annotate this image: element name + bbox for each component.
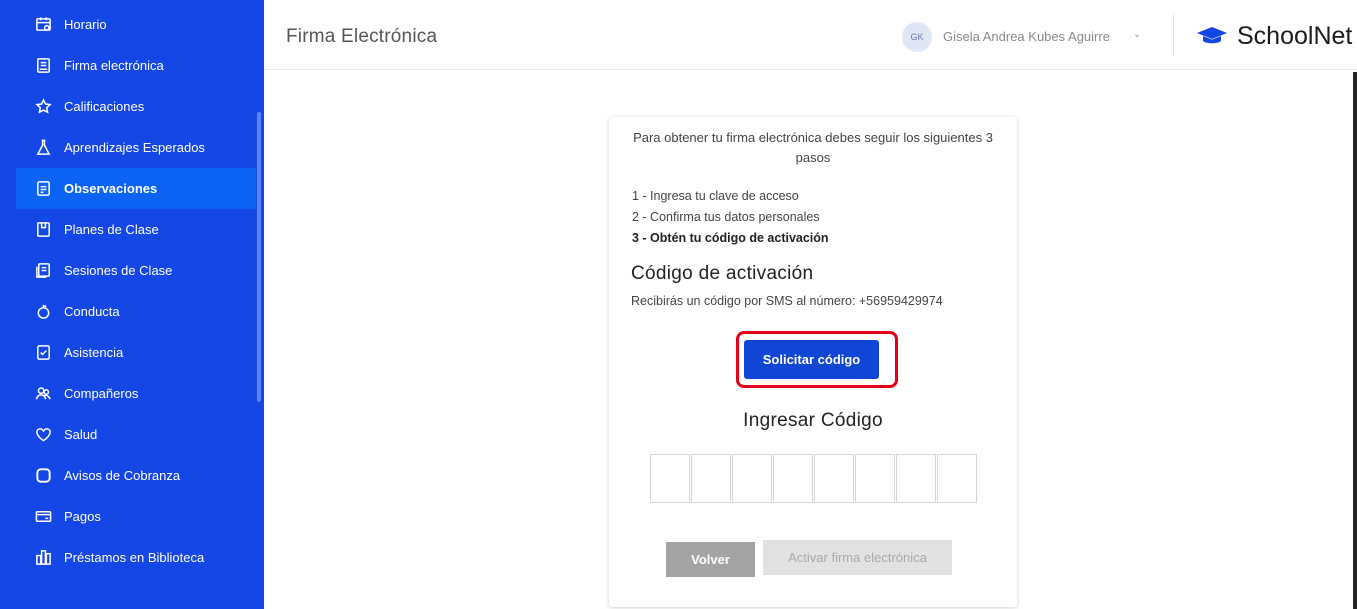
library-icon bbox=[34, 549, 52, 567]
sidebar-item-label: Compañeros bbox=[64, 386, 139, 401]
sidebar-item-prestamos-en-biblioteca[interactable]: Préstamos en Biblioteca bbox=[16, 537, 256, 578]
sidebar-item-asistencia[interactable]: Asistencia bbox=[16, 332, 256, 373]
sidebar-item-label: Salud bbox=[64, 427, 98, 442]
chevron-down-icon[interactable]: ⌄ bbox=[1133, 29, 1141, 40]
sidebar-item-horario[interactable]: Horario bbox=[16, 4, 256, 45]
sidebar-item-firma-electronica[interactable]: Firma electrónica bbox=[16, 45, 256, 86]
sidebar-item-label: Asistencia bbox=[64, 345, 124, 360]
sessions-icon bbox=[34, 262, 52, 280]
step-item: 1 - Ingresa tu clave de acceso bbox=[632, 189, 799, 203]
card-icon bbox=[34, 508, 52, 526]
step-item: 2 - Confirma tus datos personales bbox=[632, 210, 820, 224]
calendar-icon bbox=[34, 16, 52, 34]
sidebar-item-label: Avisos de Cobranza bbox=[64, 468, 181, 483]
code-digit-input[interactable] bbox=[650, 454, 690, 503]
code-digit-input[interactable] bbox=[814, 454, 854, 503]
step-item-current: 3 - Obtén tu código de activación bbox=[632, 231, 829, 245]
sidebar-item-observaciones[interactable]: Observaciones bbox=[16, 168, 256, 209]
document-signature-icon bbox=[34, 57, 52, 75]
sidebar-item-pagos[interactable]: Pagos bbox=[16, 496, 256, 537]
activation-code-heading: Código de activación bbox=[631, 263, 814, 284]
code-digit-input[interactable] bbox=[937, 454, 977, 503]
code-digit-input[interactable] bbox=[773, 454, 813, 503]
steps-list: 1 - Ingresa tu clave de acceso 2 - Confi… bbox=[632, 186, 829, 249]
graduation-cap-icon bbox=[1197, 27, 1227, 44]
sidebar-item-salud[interactable]: Salud bbox=[16, 414, 256, 455]
intro-text: Para obtener tu firma electrónica debes … bbox=[633, 130, 993, 165]
header-divider bbox=[1173, 14, 1174, 56]
sidebar-item-label: Horario bbox=[64, 17, 107, 32]
sidebar-item-label: Sesiones de Clase bbox=[64, 263, 173, 278]
sms-info-text: Recibirás un código por SMS al número: +… bbox=[631, 294, 943, 308]
sidebar-item-conducta[interactable]: Conducta bbox=[16, 291, 256, 332]
request-code-button[interactable]: Solicitar código bbox=[744, 340, 879, 379]
square-icon bbox=[34, 467, 52, 485]
sidebar-item-label: Conducta bbox=[64, 304, 120, 319]
sidebar-item-label: Préstamos en Biblioteca bbox=[64, 550, 205, 565]
heart-icon bbox=[34, 426, 52, 444]
people-icon bbox=[34, 385, 52, 403]
sidebar-item-label: Calificaciones bbox=[64, 99, 145, 114]
sidebar-nav: Horario Firma electrónica Calificaciones… bbox=[16, 4, 256, 578]
flask-icon bbox=[34, 139, 52, 157]
sidebar-item-label: Pagos bbox=[64, 509, 101, 524]
code-digit-input[interactable] bbox=[732, 454, 772, 503]
sidebar-item-label: Observaciones bbox=[64, 181, 158, 196]
attendance-icon bbox=[34, 344, 52, 362]
code-digit-input[interactable] bbox=[896, 454, 936, 503]
apple-icon bbox=[34, 303, 52, 321]
code-digit-input[interactable] bbox=[691, 454, 731, 503]
avatar[interactable]: GK bbox=[902, 22, 932, 52]
sidebar-item-sesiones-de-clase[interactable]: Sesiones de Clase bbox=[16, 250, 256, 291]
sidebar-item-planes-de-clase[interactable]: Planes de Clase bbox=[16, 209, 256, 250]
back-button[interactable]: Volver bbox=[666, 542, 755, 577]
sidebar-scrollbar[interactable] bbox=[257, 112, 261, 402]
sidebar: Horario Firma electrónica Calificaciones… bbox=[0, 0, 264, 609]
code-input-group bbox=[650, 454, 978, 503]
sidebar-item-label: Firma electrónica bbox=[64, 58, 164, 73]
plan-icon bbox=[34, 221, 52, 239]
sidebar-item-avisos-de-cobranza[interactable]: Avisos de Cobranza bbox=[16, 455, 256, 496]
sidebar-item-calificaciones[interactable]: Calificaciones bbox=[16, 86, 256, 127]
sidebar-item-aprendizajes-esperados[interactable]: Aprendizajes Esperados bbox=[16, 127, 256, 168]
sidebar-item-label: Aprendizajes Esperados bbox=[64, 140, 205, 155]
sidebar-item-companeros[interactable]: Compañeros bbox=[16, 373, 256, 414]
star-icon bbox=[34, 98, 52, 116]
note-icon bbox=[34, 180, 52, 198]
page-title: Firma Electrónica bbox=[286, 26, 438, 47]
enter-code-heading: Ingresar Código bbox=[743, 410, 883, 431]
activate-signature-button[interactable]: Activar firma electrónica bbox=[763, 540, 952, 575]
code-digit-input[interactable] bbox=[855, 454, 895, 503]
window-edge bbox=[1353, 72, 1357, 609]
sidebar-item-label: Planes de Clase bbox=[64, 222, 159, 237]
user-menu-name[interactable]: Gisela Andrea Kubes Aguirre bbox=[943, 29, 1110, 44]
brand-logo-text: SchoolNet bbox=[1237, 22, 1353, 50]
